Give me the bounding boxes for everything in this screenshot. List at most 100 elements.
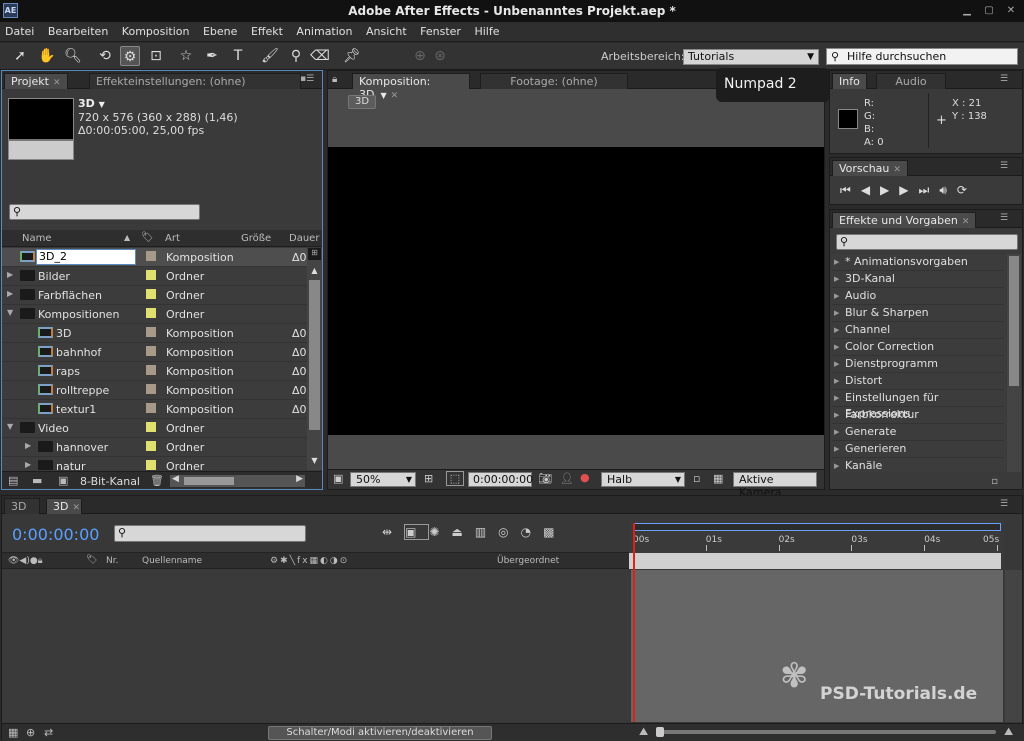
zoom-select[interactable]: 50% ▼	[350, 472, 416, 487]
stamp-tool-icon[interactable]: ⚲	[286, 46, 306, 66]
timeline-timecode[interactable]: 0:00:00:00	[12, 525, 99, 544]
tab-info[interactable]: Info	[832, 73, 867, 89]
panel-menu-icon[interactable]: ▪☰	[300, 74, 318, 86]
mask-visibility-icon[interactable]: ⬚	[446, 471, 464, 486]
project-row-textur1[interactable]: textur1 Komposition Δ0	[2, 400, 307, 419]
rotate-tool-icon[interactable]: ⟲	[95, 46, 115, 66]
menu-datei[interactable]: Datei	[0, 22, 39, 38]
last-frame-icon[interactable]: ⏭	[919, 183, 940, 197]
menu-ebene[interactable]: Ebene	[198, 22, 242, 38]
panel-menu-icon[interactable]: ☰	[1000, 499, 1018, 511]
expand-closed-icon[interactable]: ▶	[25, 460, 31, 469]
project-row-bilder[interactable]: ▶ Bilder Ordner	[2, 267, 307, 286]
snapshot-camera-icon[interactable]: 📷︎	[538, 472, 552, 485]
layer-switches-toggle-icon[interactable]: ▦	[8, 726, 18, 739]
menu-ansicht[interactable]: Ansicht	[361, 22, 412, 38]
label-tag-icon[interactable]: 🏷︎	[141, 232, 154, 243]
region-of-interest-icon[interactable]: ▫	[693, 472, 700, 485]
pan-behind-tool-icon[interactable]: ⊡	[146, 46, 166, 66]
camera-select[interactable]: Aktive Kamera	[733, 472, 817, 499]
eraser-tool-icon[interactable]: ⌫	[310, 46, 330, 66]
layer-list-area[interactable]	[2, 570, 630, 722]
bit-depth-button[interactable]: 8-Bit-Kanal	[80, 475, 140, 488]
label-color-swatch[interactable]	[146, 270, 156, 280]
maximize-icon[interactable]: ▢	[982, 5, 996, 17]
project-row-farbfl-chen[interactable]: ▶ Farbflächen Ordner	[2, 286, 307, 305]
draft-3d-icon[interactable]: ▣	[404, 524, 430, 540]
comp-viewer-canvas[interactable]	[328, 147, 824, 435]
project-row-raps[interactable]: raps Komposition Δ0	[2, 362, 307, 381]
puppet-starch-icon[interactable]: ⊛	[430, 46, 450, 66]
color-channels-icon[interactable]: ●	[580, 471, 590, 484]
modes-toggle-icon[interactable]: ⊕	[26, 726, 35, 739]
project-row-3d[interactable]: 3D Komposition Δ0	[2, 324, 307, 343]
tab-komposition[interactable]: Komposition: 3D▼✕	[352, 73, 470, 101]
play-icon[interactable]: ▶	[880, 183, 899, 197]
frame-blending-icon[interactable]: ⏏	[451, 525, 474, 539]
new-preset-icon[interactable]: ▫	[991, 476, 998, 487]
loop-icon[interactable]: ⟳	[957, 183, 977, 197]
effects-scrollbar[interactable]	[1007, 254, 1021, 472]
expand-closed-icon[interactable]: ▶	[7, 289, 13, 298]
playhead-line[interactable]	[633, 523, 635, 722]
auto-keyframe-icon[interactable]: ▩	[543, 525, 566, 539]
label-color-swatch[interactable]	[146, 308, 156, 318]
tab-effekteinstellungen[interactable]: Effekteinstellungen: (ohne)	[89, 73, 301, 89]
effect-category-6[interactable]: Dienstprogramm	[831, 356, 1004, 373]
project-row-hannover[interactable]: ▶ hannover Ordner	[2, 438, 307, 457]
effect-category-10[interactable]: Generate	[831, 424, 1004, 441]
effect-category-11[interactable]: Generieren	[831, 441, 1004, 458]
in-out-toggle-icon[interactable]: ⇄	[44, 726, 53, 739]
effect-category-2[interactable]: Audio	[831, 288, 1004, 305]
timeline-vscroll[interactable]	[1005, 570, 1022, 722]
expand-closed-icon[interactable]: ▶	[7, 270, 13, 279]
always-preview-icon[interactable]: ▣	[333, 472, 343, 485]
menu-effekt[interactable]: Effekt	[246, 22, 288, 38]
new-folder-icon[interactable]: ▬	[32, 474, 42, 487]
comp-name-badge[interactable]: 3D	[348, 95, 376, 109]
col-groesse[interactable]: Größe	[241, 233, 271, 244]
project-row-kompositionen[interactable]: ▼ Kompositionen Ordner	[2, 305, 307, 324]
label-color-swatch[interactable]	[146, 460, 156, 470]
menu-animation[interactable]: Animation	[291, 22, 357, 38]
timeline-zoom-slider[interactable]	[656, 727, 996, 737]
menu-bearbeiten[interactable]: Bearbeiten	[43, 22, 113, 38]
panel-menu-icon[interactable]: ☰	[1000, 74, 1018, 86]
expand-open-icon[interactable]: ▼	[7, 422, 13, 431]
label-color-swatch[interactable]	[146, 384, 156, 394]
puppet-pin-tool-icon[interactable]: 📌︎	[342, 46, 362, 66]
star-shape-tool-icon[interactable]: ☆	[176, 46, 196, 66]
hand-tool-icon[interactable]: ✋	[37, 46, 57, 66]
brush-tool-icon[interactable]: 🖌︎	[260, 46, 280, 66]
trash-icon[interactable]: 🗑︎	[150, 474, 164, 487]
pen-tool-icon[interactable]: ✒	[202, 46, 222, 66]
brainstorm-icon[interactable]: ◎	[498, 525, 520, 539]
comp-mini-flowchart-icon[interactable]: ⇹	[382, 525, 404, 539]
help-search-input[interactable]: ⚲ Hilfe durchsuchen	[826, 48, 1018, 65]
effect-category-3[interactable]: Blur & Sharpen	[831, 305, 1004, 322]
effect-category-0[interactable]: * Animationsvorgaben	[831, 254, 1004, 271]
label-color-swatch[interactable]	[146, 403, 156, 413]
show-snapshot-icon[interactable]: 👤︎	[560, 472, 574, 485]
menu-hilfe[interactable]: Hilfe	[469, 22, 504, 38]
tab-projekt[interactable]: Projekt ✕	[4, 73, 68, 89]
col-dauer[interactable]: Dauer	[289, 233, 319, 244]
audio-icon[interactable]: 🔊︎	[939, 183, 957, 197]
time-ruler[interactable]: 00s 01s 02s 03s 04s 05s	[629, 521, 1004, 569]
tab-footage[interactable]: Footage: (ohne)	[480, 73, 628, 89]
text-tool-icon[interactable]: T	[228, 46, 248, 66]
prev-frame-icon[interactable]: ◀	[861, 183, 880, 197]
graph-editor-icon[interactable]: ◔	[521, 525, 543, 539]
rename-input[interactable]: 3D_2	[36, 249, 136, 265]
project-row-3d-2[interactable]: 3D_2 Komposition Δ0	[2, 248, 307, 267]
effect-category-9[interactable]: Farbkorrektur	[831, 407, 1004, 424]
selection-tool-icon[interactable]: ➚	[10, 46, 30, 66]
label-color-swatch[interactable]	[146, 346, 156, 356]
horizontal-scrollbar[interactable]: ◀ ▶	[170, 474, 305, 487]
tab-timeline-3d[interactable]: 3D ✕	[46, 498, 82, 514]
label-color-swatch[interactable]	[146, 441, 156, 451]
close-icon[interactable]: ✕	[1004, 5, 1018, 17]
effect-category-5[interactable]: Color Correction	[831, 339, 1004, 356]
project-search-input[interactable]: ⚲	[9, 204, 200, 220]
label-color-swatch[interactable]	[146, 327, 156, 337]
